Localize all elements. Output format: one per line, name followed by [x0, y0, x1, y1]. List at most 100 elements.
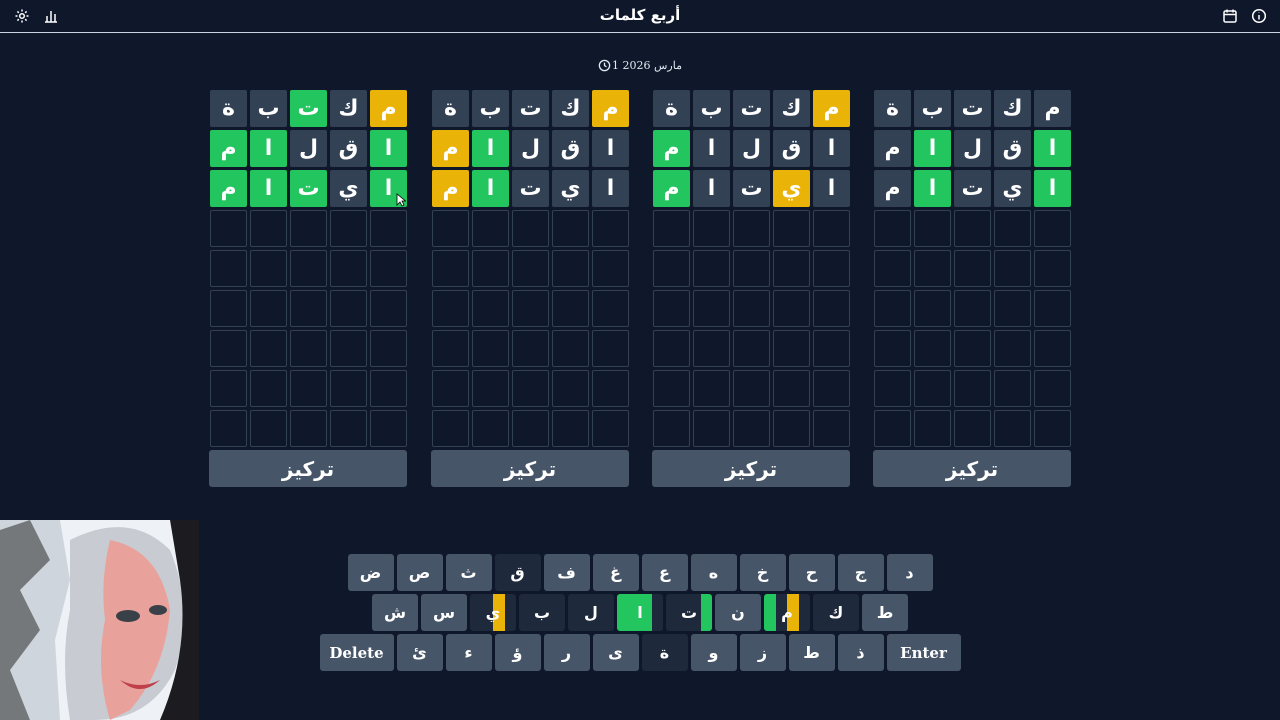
keyboard-key[interactable]: ء [445, 634, 492, 671]
letter-tile: م [210, 130, 247, 167]
letter-tile: ا [592, 130, 629, 167]
keyboard-key[interactable]: ق [494, 554, 541, 591]
letter-tile: ت [954, 170, 991, 207]
letter-tile [290, 330, 327, 367]
letter-tile: ا [914, 130, 951, 167]
key-label: Enter [900, 643, 947, 662]
keyboard-key[interactable]: و [690, 634, 737, 671]
letter-tile: ا [1034, 170, 1071, 207]
letter-tile [210, 210, 247, 247]
focus-button[interactable]: تركيز [873, 450, 1071, 487]
keyboard-key[interactable]: خ [739, 554, 786, 591]
keyboard-key[interactable]: د [886, 554, 933, 591]
keyboard-key[interactable]: ي [470, 594, 516, 631]
focus-button[interactable]: تركيز [209, 450, 407, 487]
keyboard-key[interactable]: ش [372, 594, 418, 631]
letter-tile [1034, 330, 1071, 367]
letter-tile [472, 370, 509, 407]
letter-tile: ت [290, 170, 327, 207]
keyboard-key[interactable]: ر [543, 634, 590, 671]
keyboard-key[interactable]: س [421, 594, 467, 631]
board-row [209, 370, 407, 407]
letter-tile [914, 250, 951, 287]
letter-tile: ي [330, 170, 367, 207]
letter-tile [592, 410, 629, 447]
key-label: ج [854, 563, 867, 582]
key-board-status [666, 594, 678, 631]
letter-tile: ل [512, 130, 549, 167]
calendar-icon[interactable] [1222, 8, 1238, 24]
letter-tile [813, 210, 850, 247]
letter-tile [370, 210, 407, 247]
letter-tile [1034, 250, 1071, 287]
keyboard-key[interactable]: ع [641, 554, 688, 591]
keyboard-key[interactable]: ك [813, 594, 859, 631]
letter-tile [914, 290, 951, 327]
board-row [652, 410, 850, 447]
letter-tile [954, 330, 991, 367]
keyboard-key[interactable]: ز [739, 634, 786, 671]
letter-tile [432, 290, 469, 327]
letter-tile [994, 210, 1031, 247]
delete-key[interactable]: Delete [319, 634, 394, 671]
keyboard-key[interactable]: ط [788, 634, 835, 671]
keyboard-key[interactable]: ن [715, 594, 761, 631]
focus-button[interactable]: تركيز [652, 450, 850, 487]
keyboard-key[interactable]: ه [690, 554, 737, 591]
board-row [652, 210, 850, 247]
keyboard-key[interactable]: م [764, 594, 810, 631]
info-icon[interactable] [1251, 8, 1267, 24]
letter-tile [432, 370, 469, 407]
letter-tile [370, 330, 407, 367]
letter-tile [733, 330, 770, 367]
keyboard-key[interactable]: ط [862, 594, 908, 631]
letter-tile [693, 290, 730, 327]
key-label: ط [803, 643, 820, 662]
keyboard-key[interactable]: ل [568, 594, 614, 631]
letter-tile: ا [914, 170, 951, 207]
letter-tile: ك [552, 90, 589, 127]
letter-tile: ك [773, 90, 810, 127]
key-label: ط [876, 603, 894, 622]
keyboard-key[interactable]: غ [592, 554, 639, 591]
letter-tile [994, 410, 1031, 447]
keyboard-key[interactable]: ذ [837, 634, 884, 671]
letter-tile [250, 290, 287, 327]
letter-tile: م [1034, 90, 1071, 127]
key-label: م [781, 603, 793, 622]
key-label: و [708, 643, 719, 662]
letter-tile: م [432, 130, 469, 167]
board-row [652, 250, 850, 287]
key-board-status [700, 594, 712, 631]
board-row [431, 290, 629, 327]
keyboard-key[interactable]: ج [837, 554, 884, 591]
keyboard-key[interactable]: ا [617, 594, 663, 631]
letter-tile [592, 290, 629, 327]
board-row [431, 210, 629, 247]
keyboard-key[interactable]: ئ [396, 634, 443, 671]
key-label: ف [557, 563, 576, 582]
key-label: ح [805, 563, 818, 582]
enter-key[interactable]: Enter [886, 634, 961, 671]
keyboard-key[interactable]: ص [396, 554, 443, 591]
letter-tile [954, 210, 991, 247]
focus-button[interactable]: تركيز [431, 450, 629, 487]
keyboard-key[interactable]: ض [347, 554, 394, 591]
keyboard-key[interactable]: ح [788, 554, 835, 591]
letter-tile [813, 250, 850, 287]
keyboard-key[interactable]: ب [519, 594, 565, 631]
board-row: اقلام [431, 130, 629, 167]
keyboard-key[interactable]: ث [445, 554, 492, 591]
keyboard-key[interactable]: ت [666, 594, 712, 631]
keyboard-key[interactable]: ة [641, 634, 688, 671]
letter-tile [210, 410, 247, 447]
webcam-overlay [0, 520, 199, 720]
letter-tile [250, 330, 287, 367]
letter-tile [512, 370, 549, 407]
keyboard-key[interactable]: ى [592, 634, 639, 671]
letter-tile [432, 330, 469, 367]
keyboard-key[interactable]: ف [543, 554, 590, 591]
letter-tile [472, 410, 509, 447]
keyboard-key[interactable]: ؤ [494, 634, 541, 671]
letter-tile [592, 330, 629, 367]
